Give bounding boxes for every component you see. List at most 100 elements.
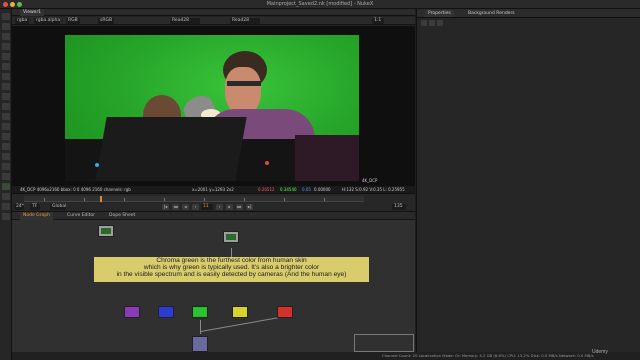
keyer-tool-icon[interactable] — [2, 73, 10, 80]
red-node[interactable] — [277, 306, 293, 318]
playhead[interactable] — [100, 196, 102, 202]
info-blue: 0.05 — [302, 187, 311, 192]
tab-properties[interactable]: Properties — [425, 10, 454, 17]
step-back-button[interactable]: ‹ — [192, 204, 199, 210]
settings-tool-icon[interactable] — [2, 203, 10, 210]
green-node[interactable] — [192, 306, 208, 318]
extra-tool-icon[interactable] — [2, 213, 10, 220]
input-b-dropdown[interactable]: Read28 — [230, 18, 260, 24]
furnace-tool-icon[interactable] — [2, 173, 10, 180]
info-format: 4K_DCP 4096x2160 bbox: 0 0 4096 2160 cha… — [20, 187, 131, 192]
global-dropdown[interactable]: Global — [50, 204, 66, 210]
prev-keyframe-button[interactable]: ◂◂ — [172, 204, 179, 210]
viewer-panel: Viewer1 rgba rgba.alpha RGB sRGB Read28 … — [12, 9, 415, 211]
tab-curve-editor[interactable]: Curve Editor — [64, 212, 98, 220]
window-title: Mainproject_Saved2.nk [modified] - NukeX — [266, 1, 374, 7]
toolsets-tool-icon[interactable] — [2, 153, 10, 160]
ruler-tick — [84, 198, 85, 201]
colorspace-dropdown[interactable]: RGB — [66, 18, 80, 24]
max-panels-icon[interactable] — [421, 20, 427, 26]
play-forward-button[interactable]: ▸ — [226, 204, 233, 210]
properties-panel: Properties Background Renders — [416, 9, 640, 360]
lut-dropdown[interactable]: sRGB — [98, 18, 114, 24]
info-xy: x=2001 y=1293 2x2 — [192, 187, 234, 192]
last-frame-button[interactable]: ▸| — [246, 204, 253, 210]
viewer-info-bar: 4K_DCP 4096x2160 bbox: 0 0 4096 2160 cha… — [12, 186, 415, 193]
ruler-tick — [324, 198, 325, 201]
glasses — [227, 81, 261, 86]
ruler-tick — [124, 198, 125, 201]
read-node-1[interactable] — [98, 225, 114, 237]
node-thumbnail — [101, 228, 111, 234]
color-tool-icon[interactable] — [2, 53, 10, 60]
channels-dropdown[interactable]: rgba — [15, 18, 29, 24]
status-bar: Channel Count: 20 Localization Mode: On … — [12, 352, 640, 360]
play-backward-button[interactable]: ◂ — [182, 204, 189, 210]
zoom-dropdown[interactable]: 1:1 — [372, 18, 384, 24]
time-tool-icon[interactable] — [2, 33, 10, 40]
fps-field[interactable]: 24* — [14, 204, 24, 210]
tab-dope-sheet[interactable]: Dope Sheet — [106, 212, 138, 220]
draw-tool-icon[interactable] — [2, 23, 10, 30]
title-bar: Mainproject_Saved2.nk [modified] - NukeX — [0, 0, 640, 9]
merge-tool-icon[interactable] — [2, 83, 10, 90]
ruler-tick — [44, 198, 45, 201]
end-frame-field[interactable]: 135 — [392, 204, 406, 210]
info-red: 0.26512 — [258, 187, 275, 192]
filter-tool-icon[interactable] — [2, 63, 10, 70]
timeline: 24* TF Global |◂ ◂◂ ◂ ‹ 11 › ▸ ▸▸ ▸| 135 — [12, 193, 415, 211]
graph-tabstrip: Node Graph Curve Editor Dope Sheet — [12, 212, 415, 220]
ruler-tick — [244, 198, 245, 201]
viewer-controls: rgba rgba.alpha RGB sRGB Read28 Read28 1… — [12, 17, 415, 25]
metadata-tool-icon[interactable] — [2, 123, 10, 130]
ruler-tick — [204, 198, 205, 201]
first-frame-button[interactable]: |◂ — [162, 204, 169, 210]
properties-toolbar — [417, 19, 640, 27]
channel-tool-icon[interactable] — [2, 43, 10, 50]
ofx-tool-icon[interactable] — [2, 183, 10, 190]
left-toolbar — [0, 9, 12, 360]
viewer-image — [65, 35, 359, 181]
next-keyframe-button[interactable]: ▸▸ — [236, 204, 243, 210]
other-tool-icon[interactable] — [2, 163, 10, 170]
tab-viewer1[interactable]: Viewer1 — [20, 9, 45, 16]
views-tool-icon[interactable] — [2, 113, 10, 120]
connection-wire — [200, 320, 201, 334]
purple-node[interactable] — [124, 306, 140, 318]
graph-minimap[interactable] — [354, 334, 414, 352]
tab-background-renders[interactable]: Background Renders — [465, 10, 518, 17]
yellow-node[interactable] — [232, 306, 248, 318]
red-led — [265, 161, 269, 165]
monitor-back — [95, 117, 247, 181]
format-label-right: 4K_DCP — [362, 178, 378, 183]
lock-icon[interactable] — [429, 20, 435, 26]
particles-tool-icon[interactable] — [2, 133, 10, 140]
timeline-ruler[interactable] — [24, 196, 364, 202]
step-forward-button[interactable]: › — [216, 204, 223, 210]
3d-tool-icon[interactable] — [2, 103, 10, 110]
blue-node[interactable] — [158, 306, 174, 318]
read-node-2[interactable] — [223, 231, 239, 243]
info-green: 0.34540 — [280, 187, 297, 192]
image-tool-icon[interactable] — [2, 13, 10, 20]
status-text: Channel Count: 20 Localization Mode: On … — [382, 353, 594, 358]
tab-node-graph[interactable]: Node Graph — [20, 212, 53, 220]
tf-dropdown[interactable]: TF — [30, 204, 40, 210]
ruler-tick — [164, 198, 165, 201]
frame-field[interactable]: 11 — [201, 204, 213, 210]
viewer-canvas[interactable]: 4K_DCP — [12, 26, 415, 186]
blue-led — [95, 163, 99, 167]
udemy-watermark: Udemy — [592, 349, 608, 355]
input-a-dropdown[interactable]: Read28 — [170, 18, 200, 24]
info-alpha: 0.00000 — [314, 187, 331, 192]
viewer-tabstrip: Viewer1 — [12, 9, 415, 16]
clear-panels-icon[interactable] — [437, 20, 443, 26]
man-face — [225, 67, 261, 115]
gizmo-tool-icon[interactable] — [2, 193, 10, 200]
right-shadow — [295, 135, 359, 181]
transform-tool-icon[interactable] — [2, 93, 10, 100]
layer-dropdown[interactable]: rgba.alpha — [34, 18, 60, 24]
merge-node[interactable] — [192, 336, 208, 352]
info-hsv: H:132 S:0.92 V:0.35 L: 0.25955 — [342, 187, 405, 192]
deep-tool-icon[interactable] — [2, 143, 10, 150]
